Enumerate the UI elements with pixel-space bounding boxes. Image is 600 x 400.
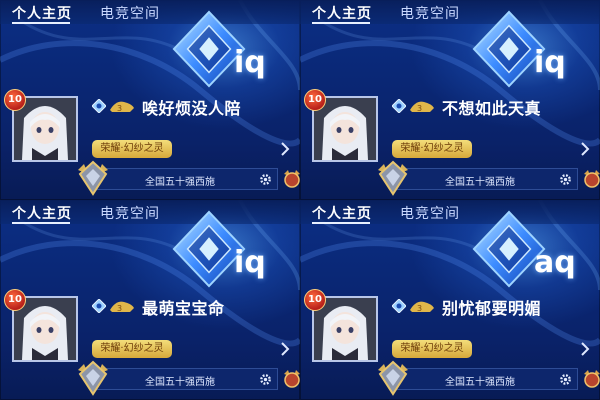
profile-panel-3: 个人主页 电竞空间 iq 10 3 最萌宝宝命 荣耀·幻纱之灵 全国五十强西施 bbox=[0, 200, 300, 400]
tab-personal-home[interactable]: 个人主页 bbox=[312, 203, 372, 223]
svg-text:3: 3 bbox=[417, 104, 422, 113]
tab-personal-home[interactable]: 个人主页 bbox=[12, 203, 72, 223]
player-name: 别忧郁要明媚 bbox=[442, 299, 542, 318]
avatar-image bbox=[314, 298, 376, 360]
player-name: 最萌宝宝命 bbox=[142, 299, 225, 318]
chevron-right-icon[interactable] bbox=[580, 142, 590, 156]
tab-esports-space[interactable]: 电竞空间 bbox=[400, 3, 460, 23]
tab-bar: 个人主页 电竞空间 bbox=[0, 200, 300, 224]
tab-bar: 个人主页 电竞空间 bbox=[300, 200, 600, 224]
profile-panel-2: 个人主页 电竞空间 iq 10 3 不想如此天真 荣耀·幻纱之灵 全国五十强西施 bbox=[300, 0, 600, 200]
gear-icon[interactable] bbox=[559, 373, 572, 386]
rank-label: 全国五十强西施 bbox=[445, 177, 515, 188]
gear-icon[interactable] bbox=[259, 373, 272, 386]
tab-bar: 个人主页 电竞空间 bbox=[0, 0, 300, 24]
rank-bar[interactable]: 全国五十强西施 bbox=[92, 368, 278, 390]
profile-panel-4: 个人主页 电竞空间 aq 10 3 别忧郁要明媚 荣耀·幻纱之灵 全国五十强西施 bbox=[300, 200, 600, 400]
rank-small-icon bbox=[92, 299, 106, 313]
rank-label: 全国五十强西施 bbox=[145, 177, 215, 188]
rank-wing-emblem-icon bbox=[378, 160, 408, 196]
emblem-text: aq bbox=[534, 245, 576, 280]
svg-text:3: 3 bbox=[117, 104, 122, 113]
chevron-right-icon[interactable] bbox=[280, 142, 290, 156]
honor-badge-icon bbox=[584, 370, 600, 388]
vip-badge-icon: 3 bbox=[410, 101, 434, 113]
tab-esports-space[interactable]: 电竞空间 bbox=[100, 203, 160, 223]
vip-badge-icon: 3 bbox=[110, 101, 134, 113]
honor-badge-icon bbox=[284, 370, 300, 388]
rank-wing-emblem-icon bbox=[78, 160, 108, 196]
level-badge: 10 bbox=[4, 89, 26, 111]
avatar-image bbox=[314, 98, 376, 160]
level-badge: 10 bbox=[304, 289, 326, 311]
tab-personal-home[interactable]: 个人主页 bbox=[12, 3, 72, 23]
chevron-right-icon[interactable] bbox=[580, 342, 590, 356]
svg-text:3: 3 bbox=[117, 304, 122, 313]
rank-small-icon bbox=[92, 99, 106, 113]
emblem-text: iq bbox=[234, 45, 266, 80]
gear-icon[interactable] bbox=[259, 173, 272, 186]
rank-bar[interactable]: 全国五十强西施 bbox=[392, 168, 578, 190]
tab-esports-space[interactable]: 电竞空间 bbox=[100, 3, 160, 23]
rank-label: 全国五十强西施 bbox=[445, 377, 515, 388]
level-badge: 10 bbox=[304, 89, 326, 111]
player-name: 唉好烦没人陪 bbox=[142, 99, 242, 118]
screenshot-grid: 个人主页 电竞空间 iq 10 3 唉好烦没人陪 荣耀·幻纱之灵 全国五十强西施… bbox=[0, 0, 600, 400]
title-label[interactable]: 荣耀·幻纱之灵 bbox=[92, 140, 172, 158]
tab-bar: 个人主页 电竞空间 bbox=[300, 0, 600, 24]
level-badge: 10 bbox=[4, 289, 26, 311]
profile-panel-1: 个人主页 电竞空间 iq 10 3 唉好烦没人陪 荣耀·幻纱之灵 全国五十强西施 bbox=[0, 0, 300, 200]
emblem-text: iq bbox=[234, 245, 266, 280]
player-name: 不想如此天真 bbox=[442, 99, 542, 118]
tab-personal-home[interactable]: 个人主页 bbox=[312, 3, 372, 23]
rank-wing-emblem-icon bbox=[78, 360, 108, 396]
vip-badge-icon: 3 bbox=[110, 301, 134, 313]
active-tab-indicator bbox=[12, 22, 70, 24]
title-label[interactable]: 荣耀·幻纱之灵 bbox=[392, 140, 472, 158]
svg-text:3: 3 bbox=[417, 304, 422, 313]
active-tab-indicator bbox=[312, 222, 370, 224]
avatar-image bbox=[14, 298, 76, 360]
rank-wing-emblem-icon bbox=[378, 360, 408, 396]
honor-badge-icon bbox=[584, 170, 600, 188]
title-label[interactable]: 荣耀·幻纱之灵 bbox=[92, 340, 172, 358]
rank-bar[interactable]: 全国五十强西施 bbox=[92, 168, 278, 190]
rank-bar[interactable]: 全国五十强西施 bbox=[392, 368, 578, 390]
active-tab-indicator bbox=[12, 222, 70, 224]
title-label[interactable]: 荣耀·幻纱之灵 bbox=[392, 340, 472, 358]
tab-esports-space[interactable]: 电竞空间 bbox=[400, 203, 460, 223]
gear-icon[interactable] bbox=[559, 173, 572, 186]
honor-badge-icon bbox=[284, 170, 300, 188]
chevron-right-icon[interactable] bbox=[280, 342, 290, 356]
avatar-image bbox=[14, 98, 76, 160]
rank-small-icon bbox=[392, 299, 406, 313]
rank-small-icon bbox=[392, 99, 406, 113]
active-tab-indicator bbox=[312, 22, 370, 24]
rank-label: 全国五十强西施 bbox=[145, 377, 215, 388]
emblem-text: iq bbox=[534, 45, 566, 80]
vip-badge-icon: 3 bbox=[410, 301, 434, 313]
